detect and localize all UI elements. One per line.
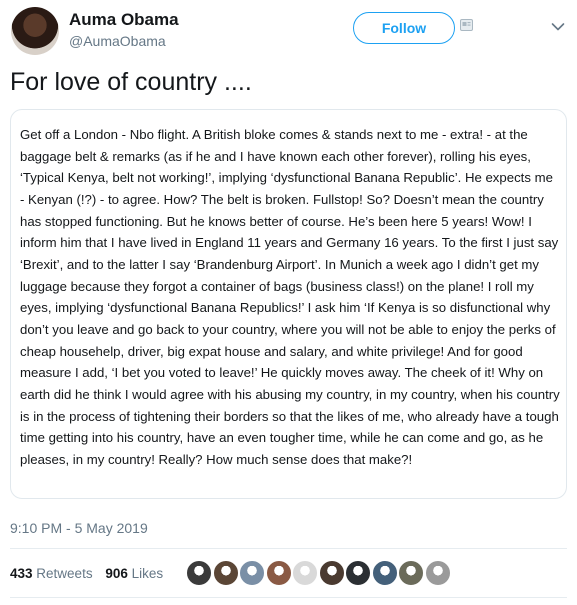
- liker-avatar-8[interactable]: [371, 560, 398, 586]
- divider-bottom: [10, 597, 567, 598]
- liker-avatar-5[interactable]: [292, 560, 318, 586]
- likes-stat[interactable]: 906 Likes: [105, 566, 163, 581]
- liker-avatar-7[interactable]: [345, 560, 371, 586]
- profile-badge-icon: [460, 19, 473, 31]
- follow-button[interactable]: Follow: [353, 12, 455, 44]
- tweet-stats: 433 Retweets 906 Likes: [10, 566, 172, 581]
- tweet-timestamp[interactable]: 9:10 PM - 5 May 2019: [10, 520, 148, 536]
- chevron-down-icon[interactable]: [551, 22, 565, 32]
- retweets-stat[interactable]: 433 Retweets: [10, 566, 93, 581]
- liker-avatar-6[interactable]: [318, 560, 345, 586]
- liker-avatar-3[interactable]: [239, 560, 265, 586]
- liker-avatar-9[interactable]: [398, 560, 424, 586]
- tweet-text-card: Get off a London - Nbo flight. A British…: [10, 109, 567, 499]
- liker-avatar-10[interactable]: [424, 560, 451, 586]
- retweets-label: Retweets: [36, 566, 93, 581]
- liker-avatar-4[interactable]: [265, 560, 292, 586]
- author-display-name[interactable]: Auma Obama: [69, 10, 179, 30]
- retweets-count: 433: [10, 566, 33, 581]
- tweet-body-text: Get off a London - Nbo flight. A British…: [20, 127, 560, 467]
- likes-count: 906: [105, 566, 128, 581]
- liker-avatar-2[interactable]: [212, 560, 239, 586]
- tweet-header: Auma Obama @AumaObama Follow: [0, 0, 577, 64]
- author-handle[interactable]: @AumaObama: [69, 33, 166, 49]
- divider-top: [10, 548, 567, 549]
- author-avatar[interactable]: [11, 7, 59, 55]
- tweet-title: For love of country ....: [10, 68, 252, 96]
- liker-avatar-1[interactable]: [186, 560, 212, 586]
- likes-label: Likes: [131, 566, 164, 581]
